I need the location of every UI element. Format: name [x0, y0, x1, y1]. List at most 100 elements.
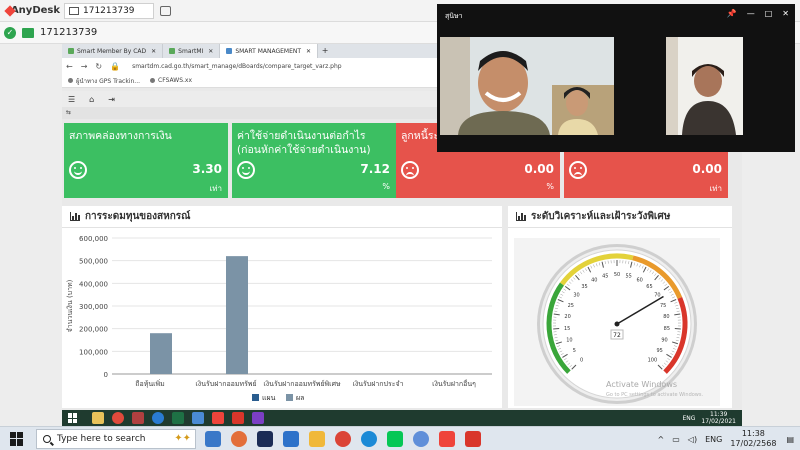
clock-date: 17/02/2568 — [730, 439, 777, 448]
pdf-icon[interactable] — [465, 431, 481, 447]
capital-bar-chart: 600,000 500,000 400,000 300,000 200,000 100,0… — [66, 235, 492, 402]
clock-time: 11:38 — [741, 429, 765, 438]
bookmark-item[interactable]: CFSAWS.xx — [150, 77, 192, 84]
minimize-icon[interactable]: — — [747, 9, 755, 18]
taskbar-app-icon[interactable] — [205, 431, 221, 447]
line-icon[interactable] — [387, 431, 403, 447]
gauge-container: 0 5 10 15 20 25 30 35 40 45 50 55 60 65 70 75 80 85 90 95 10… — [514, 238, 720, 406]
remote-lang[interactable]: ENG — [682, 415, 695, 422]
kpi-card-liquidity[interactable]: สภาพคล่องทางการเงิน 3.30 เท่า — [64, 123, 228, 198]
chrome-icon[interactable] — [335, 431, 351, 447]
remote-start-icon[interactable] — [68, 413, 78, 423]
session-tab-id: 171213739 — [83, 5, 135, 16]
volume-icon[interactable]: ◁) — [688, 435, 697, 444]
tab-close-icon[interactable]: ✕ — [306, 48, 311, 55]
photoshop-icon[interactable] — [257, 431, 273, 447]
remote-app-icon[interactable] — [252, 412, 264, 424]
remote-anydesk-icon[interactable] — [212, 412, 224, 424]
reload-icon[interactable]: ↻ — [95, 62, 102, 71]
y-tick-label: 0 — [104, 371, 108, 379]
activate-windows-subtitle: Go to PC settings to activate Windows. — [606, 392, 703, 398]
camera-participants-image — [440, 37, 614, 135]
browser-tab[interactable]: SmartMI ✕ — [163, 44, 221, 58]
gauge-tick-label: 0 — [580, 357, 583, 363]
pin-icon[interactable]: 📌 — [727, 9, 737, 18]
tray-chevron-icon[interactable]: ^ — [658, 435, 665, 444]
forward-icon[interactable]: → — [81, 62, 88, 71]
tab-favicon-icon — [226, 48, 233, 54]
y-tick-label: 600,000 — [79, 235, 108, 243]
logout-icon[interactable]: ⇥ — [108, 95, 115, 104]
kpi-value: 3.30 — [192, 162, 222, 176]
x-tick-label: เงินรับฝากอื่นๆ — [432, 379, 476, 388]
search-icon — [43, 434, 51, 443]
remote-edge-icon[interactable] — [152, 412, 164, 424]
kpi-unit: เท่า — [709, 184, 723, 193]
url-text[interactable]: smartdm.cad.go.th/smart_manage/dBoards/c… — [132, 63, 342, 70]
gauge-tick-label: 30 — [573, 293, 579, 299]
remote-chrome-icon[interactable] — [112, 412, 124, 424]
back-icon[interactable]: ← — [66, 62, 73, 71]
monitor-icon — [69, 6, 79, 15]
taskbar-app-icon[interactable] — [231, 431, 247, 447]
gauge-tick-label: 90 — [661, 337, 667, 343]
close-icon[interactable]: ✕ — [782, 9, 789, 18]
gauge-tick-label: 5 — [573, 348, 576, 354]
taskbar-app-icon[interactable] — [413, 431, 429, 447]
remote-pdf-icon[interactable] — [232, 412, 244, 424]
windows-start-icon[interactable] — [10, 431, 24, 446]
video-window-title: สุนิษา — [445, 12, 463, 20]
remote-monitor-icon[interactable] — [22, 27, 34, 38]
y-tick-label: 200,000 — [79, 326, 108, 334]
anydesk-icon[interactable] — [439, 431, 455, 447]
menu-icon[interactable]: ☰ — [68, 95, 75, 104]
remote-clock[interactable]: 11:39 17/02/2021 — [701, 411, 736, 425]
tab-label: SMART MANAGEMENT — [235, 47, 302, 55]
bookmark-icon — [68, 78, 73, 83]
anydesk-app-name: AnyDesk — [10, 5, 60, 16]
remote-explorer-icon[interactable] — [92, 412, 104, 424]
kpi-value: 0.00 — [524, 162, 554, 176]
bookmark-item[interactable]: ผู้นำทาง GPS Trackin... — [68, 76, 140, 86]
remote-camera-feed — [440, 37, 614, 135]
mail-icon[interactable] — [283, 431, 299, 447]
notification-icon[interactable]: ▤ — [786, 435, 794, 444]
anydesk-logo[interactable]: AnyDesk — [0, 5, 60, 17]
taskbar-search-box[interactable]: Type here to search ✦✦ — [36, 428, 196, 449]
video-call-window[interactable]: สุนิษา 📌 — □ ✕ — [437, 4, 795, 152]
chat-icon[interactable] — [160, 5, 171, 16]
bar-chart-icon — [70, 212, 80, 221]
legend-swatch — [286, 394, 293, 401]
gauge-tick-label: 60 — [637, 277, 643, 283]
network-icon[interactable]: ▭ — [672, 435, 680, 444]
taskbar-clock[interactable]: 11:38 17/02/2568 — [730, 429, 776, 449]
remote-taskbar: ENG 11:39 17/02/2021 — [62, 410, 742, 426]
bar — [226, 256, 248, 374]
anydesk-address-id[interactable]: 171213739 — [40, 27, 97, 38]
y-axis-label: จำนวนเงิน (บาท) — [66, 279, 74, 332]
tab-close-icon[interactable]: ✕ — [208, 48, 213, 55]
remote-app-icon[interactable] — [192, 412, 204, 424]
edge-icon[interactable] — [361, 431, 377, 447]
maximize-icon[interactable]: □ — [765, 9, 773, 18]
sad-face-icon — [569, 161, 587, 179]
nav-arrows-icon[interactable]: ⇆ — [66, 109, 71, 116]
home-icon[interactable]: ⌂ — [89, 95, 94, 104]
browser-tab-active[interactable]: SMART MANAGEMENT ✕ — [220, 44, 319, 58]
file-explorer-icon[interactable] — [309, 431, 325, 447]
kpi-card-expense-ratio[interactable]: ค่าใช้จ่ายดำเนินงานต่อกำไร (ก่อนหักค่าใช… — [232, 123, 396, 198]
browser-tab[interactable]: Smart Member By CAD ✕ — [62, 44, 164, 58]
remote-app-icon[interactable] — [132, 412, 144, 424]
new-tab-icon[interactable]: + — [318, 44, 332, 58]
tab-close-icon[interactable]: ✕ — [151, 48, 156, 55]
risk-gauge: 0510 15 20 25 3035 40 45 50 55 60657075 80 85 90 95 10… — [537, 244, 703, 404]
risk-gauge-panel: ระดับวิเคราะห์และเฝ้าระวังพิเศษ 0 5 10 15 20… — [508, 206, 732, 408]
kpi-value: 7.12 — [360, 162, 390, 176]
gauge-tick-label: 45 — [602, 273, 608, 279]
gauge-tick-label: 25 — [568, 303, 574, 309]
tab-favicon-icon — [68, 48, 74, 54]
anydesk-session-tab[interactable]: 171213739 — [64, 2, 154, 19]
remote-excel-icon[interactable] — [172, 412, 184, 424]
kpi-title: สภาพคล่องทางการเงิน — [69, 130, 172, 142]
language-indicator[interactable]: ENG — [705, 435, 722, 444]
